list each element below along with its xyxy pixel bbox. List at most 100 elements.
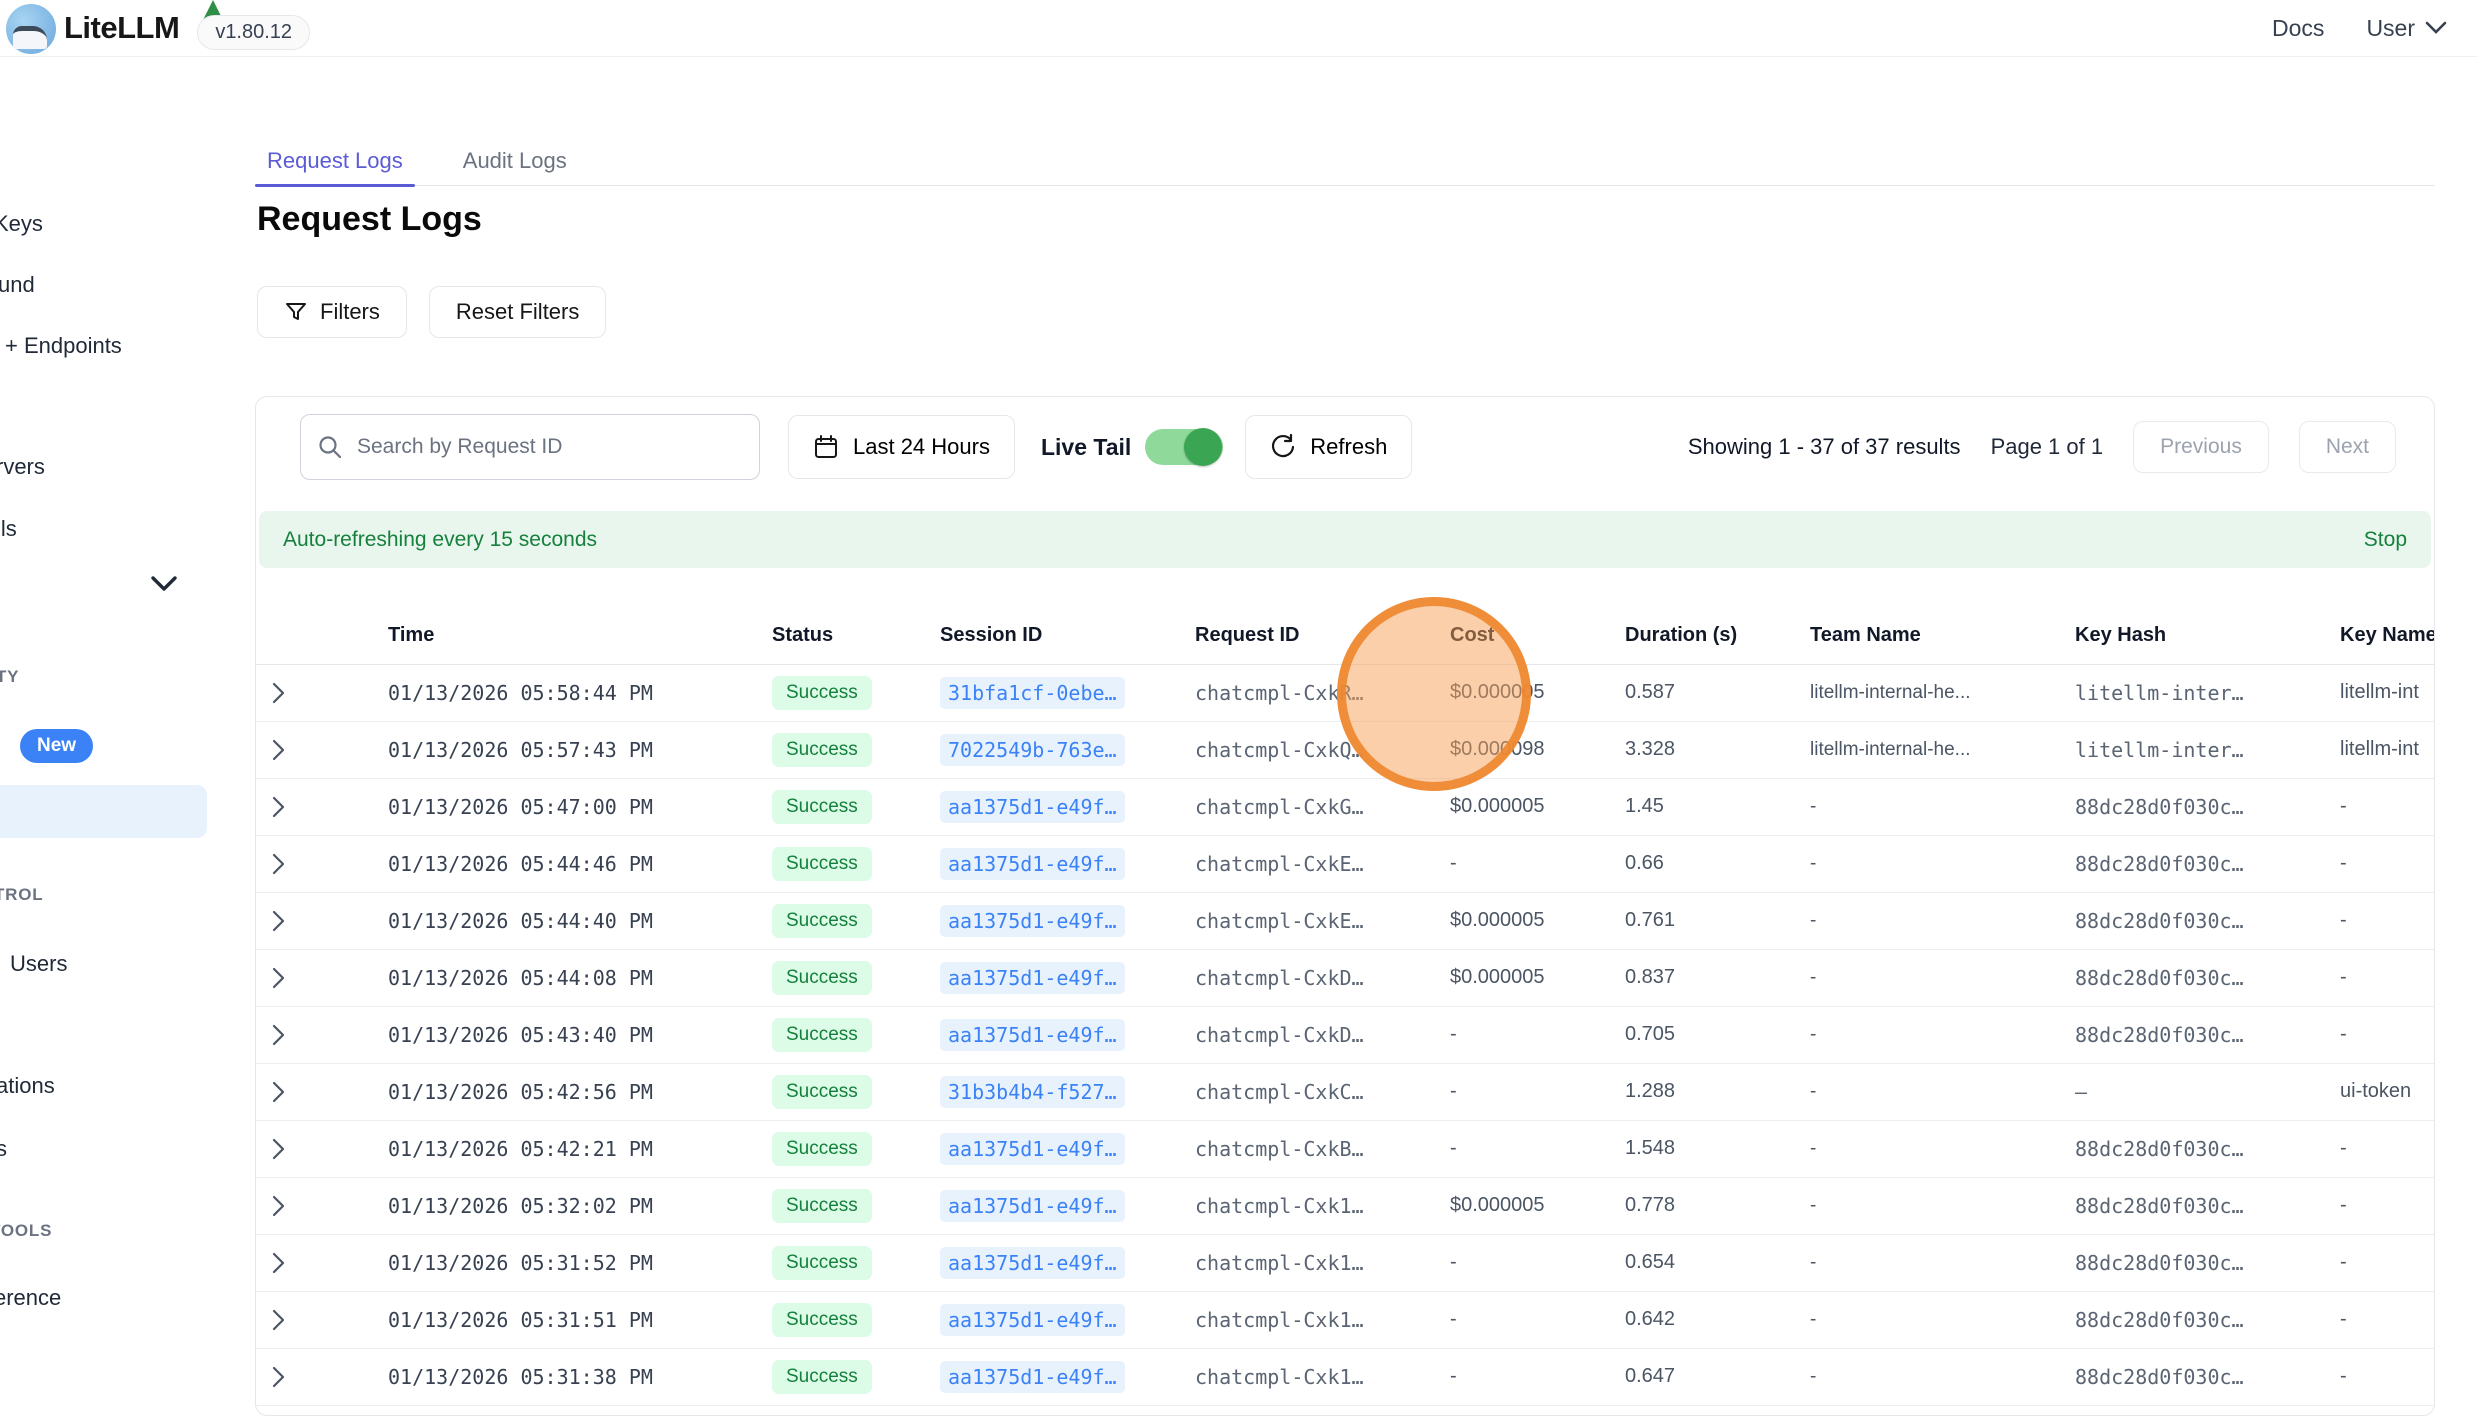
time-range-button[interactable]: Last 24 Hours [788, 415, 1015, 479]
sidebar: Keys und + Endpoints rvers ils TY New TR… [0, 57, 230, 1385]
cell-time: 01/13/2026 05:58:44 PM [346, 664, 756, 721]
cell-status: Success [756, 892, 926, 949]
session-id-link[interactable]: aa1375d1-e49f… [940, 1019, 1125, 1051]
filter-row: Filters Reset Filters [257, 286, 606, 338]
filters-button[interactable]: Filters [257, 286, 407, 338]
session-id-link[interactable]: aa1375d1-e49f… [940, 1190, 1125, 1222]
sidebar-item-logs-active[interactable] [0, 785, 207, 838]
session-id-link[interactable]: 7022549b-763e… [940, 734, 1125, 766]
expand-row-chevron-icon[interactable] [270, 909, 286, 933]
cell-status: Success [756, 1063, 926, 1120]
table-row[interactable]: 01/13/2026 05:31:51 PM Success aa1375d1-… [256, 1291, 2435, 1348]
stop-auto-refresh-link[interactable]: Stop [2364, 528, 2407, 552]
cell-key-name: - [2326, 949, 2435, 1006]
table-row[interactable]: 01/13/2026 05:44:08 PM Success aa1375d1-… [256, 949, 2435, 1006]
cell-duration: 0.837 [1611, 949, 1796, 1006]
search-input[interactable] [355, 434, 743, 460]
cell-status: Success [756, 1120, 926, 1177]
header-time: Time [346, 608, 756, 664]
cell-request-id: chatcmpl-Cxk1… [1181, 1348, 1436, 1405]
cell-time: 01/13/2026 05:44:08 PM [346, 949, 756, 1006]
sidebar-item-teams[interactable]: s [0, 1136, 7, 1162]
refresh-icon [1270, 434, 1296, 460]
table-row[interactable]: 01/13/2026 05:42:21 PM Success aa1375d1-… [256, 1120, 2435, 1177]
table-row[interactable]: 01/13/2026 05:42:56 PM Success 31b3b4b4-… [256, 1063, 2435, 1120]
sidebar-item-organizations[interactable]: ations [0, 1073, 55, 1099]
cell-team-name: - [1796, 892, 2061, 949]
expand-row-chevron-icon[interactable] [270, 738, 286, 762]
cell-duration: 0.66 [1611, 835, 1796, 892]
table-row[interactable]: 01/13/2026 05:32:02 PM Success aa1375d1-… [256, 1177, 2435, 1234]
cell-key-name: - [2326, 892, 2435, 949]
cell-key-name: litellm-int [2326, 664, 2435, 721]
expand-row-chevron-icon[interactable] [270, 681, 286, 705]
cell-time: 01/13/2026 05:43:40 PM [346, 1006, 756, 1063]
sidebar-item-api-reference[interactable]: erence [0, 1285, 61, 1311]
cell-time: 01/13/2026 05:31:38 PM [346, 1348, 756, 1405]
cell-key-hash: litellm-inter… [2061, 721, 2326, 778]
cell-time: 01/13/2026 05:42:21 PM [346, 1120, 756, 1177]
cell-status: Success [756, 1234, 926, 1291]
session-id-link[interactable]: aa1375d1-e49f… [940, 1133, 1125, 1165]
tab-request-logs[interactable]: Request Logs [255, 137, 415, 185]
reset-filters-button[interactable]: Reset Filters [429, 286, 606, 338]
cell-cost: $0.000098 [1436, 721, 1611, 778]
live-tail-toggle[interactable] [1145, 429, 1223, 465]
expand-row-chevron-icon[interactable] [270, 1137, 286, 1161]
table-row[interactable]: 01/13/2026 05:31:52 PM Success aa1375d1-… [256, 1234, 2435, 1291]
table-row[interactable]: 01/13/2026 05:43:40 PM Success aa1375d1-… [256, 1006, 2435, 1063]
expand-row-chevron-icon[interactable] [270, 1080, 286, 1104]
expand-row-chevron-icon[interactable] [270, 1194, 286, 1218]
cell-request-id: chatcmpl-CxkR… [1181, 664, 1436, 721]
tab-audit-logs[interactable]: Audit Logs [451, 137, 579, 185]
cell-time: 01/13/2026 05:57:43 PM [346, 721, 756, 778]
session-id-link[interactable]: aa1375d1-e49f… [940, 791, 1125, 823]
table-row[interactable]: 01/13/2026 05:57:43 PM Success 7022549b-… [256, 721, 2435, 778]
header-request-id: Request ID [1181, 608, 1436, 664]
sidebar-section-tools: TOOLS [0, 1221, 52, 1241]
expand-row-chevron-icon[interactable] [270, 1023, 286, 1047]
cell-session-id: 7022549b-763e… [926, 721, 1181, 778]
sidebar-item-servers[interactable]: rvers [0, 454, 45, 480]
cell-status: Success [756, 1348, 926, 1405]
sidebar-item-internal-users[interactable]: Users [10, 951, 67, 977]
expand-row-chevron-icon[interactable] [270, 852, 286, 876]
status-badge: Success [772, 1360, 872, 1394]
session-id-link[interactable]: aa1375d1-e49f… [940, 848, 1125, 880]
refresh-button[interactable]: Refresh [1245, 415, 1412, 479]
next-page-button[interactable]: Next [2299, 421, 2396, 473]
docs-link[interactable]: Docs [2272, 15, 2324, 42]
cell-duration: 1.288 [1611, 1063, 1796, 1120]
previous-page-button[interactable]: Previous [2133, 421, 2269, 473]
cell-status: Success [756, 664, 926, 721]
cell-duration: 0.778 [1611, 1177, 1796, 1234]
status-badge: Success [772, 1018, 872, 1052]
table-row[interactable]: 01/13/2026 05:44:46 PM Success aa1375d1-… [256, 835, 2435, 892]
sidebar-item-guardrails[interactable]: ils [0, 516, 17, 542]
refresh-label: Refresh [1310, 434, 1387, 460]
table-row[interactable]: 01/13/2026 05:44:40 PM Success aa1375d1-… [256, 892, 2435, 949]
sidebar-item-playground[interactable]: und [0, 272, 35, 298]
session-id-link[interactable]: 31b3b4b4-f527… [940, 1076, 1125, 1108]
session-id-link[interactable]: 31bfa1cf-0ebe… [940, 677, 1125, 709]
expand-row-chevron-icon[interactable] [270, 795, 286, 819]
user-menu[interactable]: User [2366, 15, 2447, 42]
table-row[interactable]: 01/13/2026 05:31:38 PM Success aa1375d1-… [256, 1348, 2435, 1405]
session-id-link[interactable]: aa1375d1-e49f… [940, 905, 1125, 937]
table-row[interactable]: 01/13/2026 05:58:44 PM Success 31bfa1cf-… [256, 664, 2435, 721]
sidebar-item-keys[interactable]: Keys [0, 211, 43, 237]
table-row[interactable]: 01/13/2026 05:47:00 PM Success aa1375d1-… [256, 778, 2435, 835]
session-id-link[interactable]: aa1375d1-e49f… [940, 962, 1125, 994]
cell-time: 01/13/2026 05:44:46 PM [346, 835, 756, 892]
expand-row-chevron-icon[interactable] [270, 1308, 286, 1332]
sidebar-item-models-endpoints[interactable]: + Endpoints [5, 333, 122, 359]
cell-session-id: aa1375d1-e49f… [926, 1177, 1181, 1234]
session-id-link[interactable]: aa1375d1-e49f… [940, 1247, 1125, 1279]
expand-row-chevron-icon[interactable] [270, 1251, 286, 1275]
session-id-link[interactable]: aa1375d1-e49f… [940, 1361, 1125, 1393]
sidebar-collapse-chevron-icon[interactable] [150, 575, 178, 593]
status-badge: Success [772, 961, 872, 995]
session-id-link[interactable]: aa1375d1-e49f… [940, 1304, 1125, 1336]
expand-row-chevron-icon[interactable] [270, 966, 286, 990]
brand: LiteLLM v1.80.12 [6, 2, 310, 54]
